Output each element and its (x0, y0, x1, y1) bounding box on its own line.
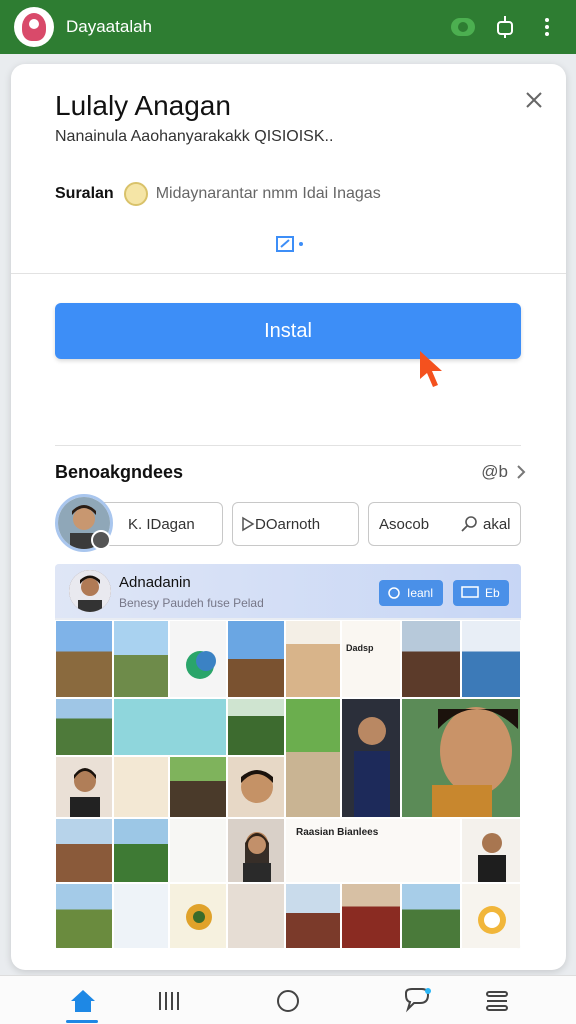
close-icon[interactable] (522, 88, 546, 112)
active-indicator (66, 1020, 98, 1023)
gallery-person-icon (70, 768, 100, 817)
chip-label: K. IDagan (128, 515, 195, 533)
install-button[interactable]: Instal (55, 303, 521, 359)
gallery-tile[interactable]: Dadsp (341, 620, 401, 698)
gallery-header: Adnadanin Benesy Paudeh fuse Pelad Ieanl… (55, 564, 521, 618)
profile-avatar[interactable] (14, 7, 54, 47)
gallery-tile[interactable] (227, 698, 285, 756)
gallery-tile[interactable] (227, 756, 285, 818)
bottom-navigation (0, 975, 576, 1024)
gallery-person-icon (478, 833, 506, 882)
gallery-tile[interactable] (55, 818, 113, 883)
sheet-subtitle: Nanainula Aaohanyarakakk QISIOISK.. (55, 128, 334, 145)
divider (55, 445, 521, 446)
gallery-tile[interactable] (55, 883, 113, 949)
android-icon[interactable] (490, 12, 520, 42)
edit-icon[interactable] (275, 235, 309, 255)
gallery-name: Adnadanin (119, 574, 191, 591)
gallery-cast-label: Eb (485, 586, 500, 600)
photo-gallery: Adnadanin Benesy Paudeh fuse Pelad Ieanl… (55, 564, 521, 949)
gallery-share-button[interactable]: Ieanl (379, 580, 443, 606)
gallery-tile[interactable] (461, 620, 521, 698)
gallery-subtitle: Benesy Paudeh fuse Pelad (119, 596, 264, 610)
chip-label: akal (483, 515, 511, 533)
gallery-tile[interactable] (169, 883, 227, 949)
gallery-tile[interactable] (169, 818, 227, 883)
gallery-tile[interactable] (401, 698, 521, 818)
chip-label: DOarnoth (255, 515, 321, 533)
gallery-tile[interactable] (55, 756, 113, 818)
bars-icon[interactable] (154, 986, 184, 1016)
gallery-tile[interactable] (285, 698, 341, 818)
gallery-tile[interactable] (113, 756, 169, 818)
chip-video[interactable]: DOarnoth (232, 502, 359, 546)
gallery-tile[interactable] (113, 698, 227, 756)
gallery-face-icon (432, 707, 518, 817)
cursor-pointer-icon (416, 349, 450, 393)
gallery-tile[interactable]: Raasian Bianlees (285, 818, 461, 883)
chip-badge-icon (91, 530, 111, 550)
gallery-tile[interactable] (461, 818, 521, 883)
app-title: Dayaatalah (66, 17, 153, 36)
source-text: Midaynarantar nmm Idai Inagas (155, 185, 381, 202)
source-label: Suralan (55, 185, 114, 202)
chip-search[interactable]: Asocob akal (368, 502, 521, 546)
top-app-bar: Dayaatalah (0, 0, 576, 54)
share-icon (388, 587, 400, 599)
gallery-tile[interactable] (113, 818, 169, 883)
gallery-tile[interactable] (227, 883, 285, 949)
play-icon (242, 516, 255, 532)
gallery-tile[interactable] (227, 620, 285, 698)
section-tools[interactable]: @b (481, 462, 526, 482)
section-tools-label: @b (481, 462, 508, 481)
gallery-person-icon (354, 717, 390, 817)
gallery-face-icon (241, 770, 273, 803)
gallery-person-icon (243, 832, 271, 882)
chevron-right-icon[interactable] (516, 464, 526, 480)
gallery-tile[interactable] (113, 883, 169, 949)
gallery-logo-icon (186, 651, 216, 679)
gallery-tile[interactable] (227, 818, 285, 883)
search-icon (461, 516, 477, 532)
home-icon[interactable] (68, 986, 98, 1016)
source-row: Suralan Midaynarantar nmm Idai Inagas (55, 182, 381, 206)
gallery-tile[interactable] (285, 620, 341, 698)
camera-icon[interactable] (448, 12, 478, 42)
gallery-logo-icon (186, 904, 212, 930)
chat-icon[interactable] (402, 986, 432, 1016)
section-title: Benoakgndees (55, 462, 184, 482)
source-badge-icon (123, 182, 148, 206)
sheet-title: Lulaly Anagan (55, 90, 231, 121)
cast-icon (461, 586, 479, 598)
gallery-tile[interactable] (169, 756, 227, 818)
gallery-logo-icon (478, 906, 506, 934)
gallery-tile[interactable] (461, 883, 521, 949)
menu-icon[interactable] (482, 986, 512, 1016)
divider (11, 273, 566, 274)
gallery-grid: Dadsp Raasian Bianlees (55, 620, 521, 949)
tile-caption: Dadsp (346, 643, 374, 653)
gallery-tile[interactable] (341, 883, 401, 949)
gallery-tile[interactable] (401, 883, 461, 949)
gallery-tile[interactable] (169, 620, 227, 698)
gallery-cast-button[interactable]: Eb (453, 580, 509, 606)
gallery-tile[interactable] (341, 698, 401, 818)
circle-icon[interactable] (273, 986, 303, 1016)
gallery-share-label: Ieanl (407, 586, 434, 600)
chip-label: Asocob (379, 515, 430, 533)
filter-chips: K. IDagan DOarnoth Asocob akal (55, 494, 525, 554)
gallery-tile[interactable] (285, 883, 341, 949)
gallery-tile[interactable] (113, 620, 169, 698)
more-options-icon[interactable] (532, 12, 562, 42)
tile-caption: Raasian Bianlees (296, 827, 379, 838)
gallery-tile[interactable] (401, 620, 461, 698)
install-sheet: Lulaly Anagan Nanainula Aaohanyarakakk Q… (11, 64, 566, 970)
gallery-avatar[interactable] (69, 570, 111, 612)
gallery-tile[interactable] (55, 698, 113, 756)
gallery-tile[interactable] (55, 620, 113, 698)
